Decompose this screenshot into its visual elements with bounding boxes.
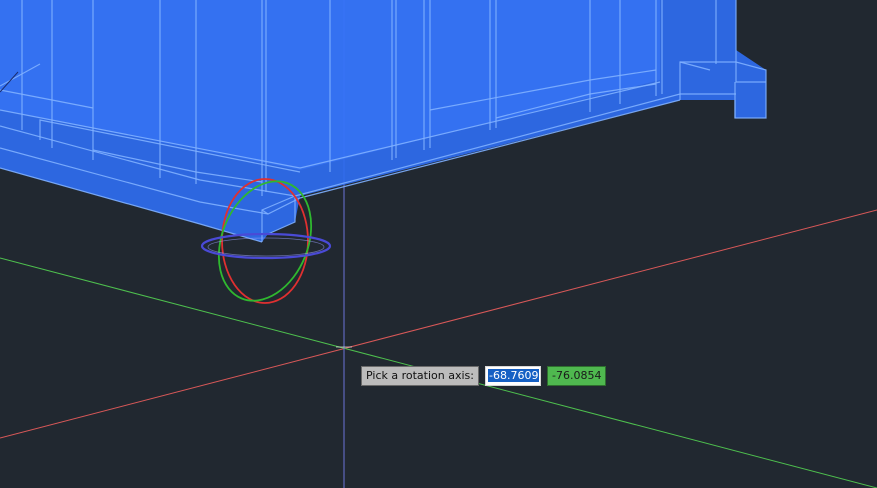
gizmo-blue-ring-highlight: [207, 237, 325, 257]
drawing-viewport[interactable]: Pick a rotation axis: -68.7609 -76.0854: [0, 0, 877, 488]
axis-x-line: [0, 209, 877, 439]
selected-solid-model[interactable]: [0, 0, 767, 243]
dynamic-input: Pick a rotation axis: -68.7609 -76.0854: [361, 366, 607, 386]
model-space-canvas[interactable]: [0, 0, 877, 488]
coordinate-input-2[interactable]: -76.0854: [546, 366, 607, 386]
command-prompt-tooltip: Pick a rotation axis:: [361, 366, 479, 386]
coordinate-value-1[interactable]: -68.7609: [487, 369, 540, 382]
coordinate-input-1[interactable]: -68.7609: [484, 366, 541, 386]
